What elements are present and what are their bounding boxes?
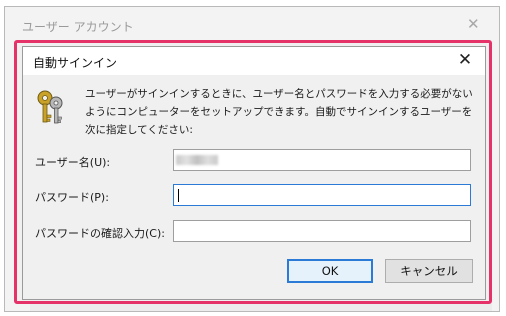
password-field[interactable] (173, 184, 471, 206)
cancel-button[interactable]: キャンセル (385, 259, 473, 283)
background-window-title: ユーザー アカウント (22, 20, 134, 34)
dialog-title: 自動サインイン (33, 56, 118, 70)
text-caret (178, 189, 179, 202)
blurred-username (176, 155, 218, 165)
dialog-titlebar: 自動サインイン ✕ (23, 47, 485, 75)
username-field[interactable] (173, 149, 471, 171)
background-close-icon[interactable]: ✕ (467, 15, 480, 33)
ok-button[interactable]: OK (287, 259, 373, 283)
password-label: パスワード(P): (35, 191, 109, 204)
auto-signin-dialog: 自動サインイン ✕ ユーザーがサインインするときに、ユーザー名とパスワードを入力… (22, 46, 486, 300)
close-icon[interactable]: ✕ (455, 50, 475, 70)
username-label: ユーザー名(U): (35, 156, 111, 169)
confirm-password-field[interactable] (173, 220, 471, 242)
dialog-description: ユーザーがサインインするときに、ユーザー名とパスワードを入力する必要がないように… (85, 88, 473, 136)
confirm-password-label: パスワードの確認入力(C): (35, 227, 165, 240)
keys-icon (37, 90, 63, 124)
